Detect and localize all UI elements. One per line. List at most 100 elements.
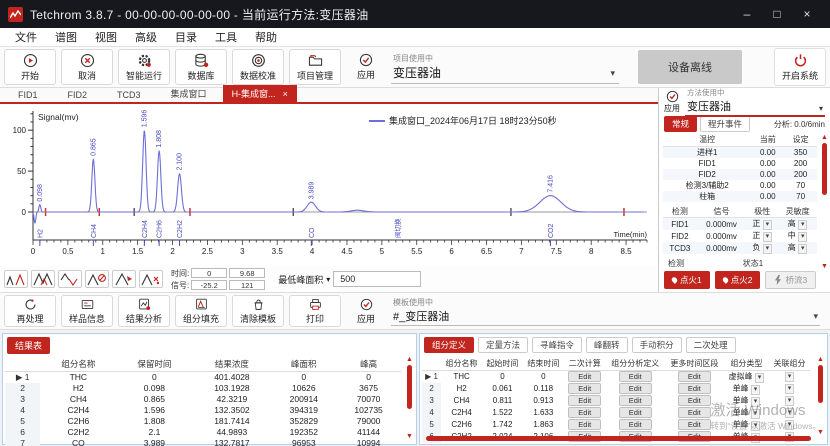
power-on-button[interactable]: 开启系统 (774, 48, 826, 86)
start-button[interactable]: 开始 (4, 49, 56, 85)
chromatogram-plot[interactable]: 050100Signal(mv)00.511.522.533.544.555.5… (1, 106, 656, 266)
table-row[interactable]: FID10.00200 (663, 158, 817, 169)
edit-button[interactable]: Edit (678, 395, 711, 406)
edit-button[interactable]: Edit (678, 383, 711, 394)
merge-peak-icon[interactable] (31, 270, 55, 288)
tab-general[interactable]: 常规 (664, 116, 697, 132)
edit-button[interactable]: Edit (619, 407, 652, 418)
results-tab[interactable]: 结果表 (7, 337, 50, 354)
table-row[interactable]: 4C2H41.5221.633EditEditEdit单峰 ▾▾ (422, 407, 810, 419)
chevron-down-icon[interactable]: ▾ (819, 104, 823, 113)
tab-h-integration-active[interactable]: H-集成窗... × (223, 85, 297, 102)
sample-info-button[interactable]: 样品信息 (61, 295, 113, 327)
component-fill-button[interactable]: 组分填充 (175, 295, 227, 327)
chevron-down-icon[interactable]: ▾ (751, 409, 761, 419)
method-apply-button[interactable]: 应用 (664, 90, 680, 114)
table-row[interactable]: 6C2H22.144.989319235241144 (5, 427, 401, 438)
clear-template-button[interactable]: 清除模板 (232, 295, 284, 327)
menu-help[interactable]: 帮助 (246, 29, 286, 45)
smart-run-button[interactable]: 智能运行 (118, 49, 170, 85)
chevron-down-icon[interactable]: ▾ (751, 397, 761, 407)
edit-button[interactable]: Edit (568, 383, 601, 394)
chevron-down-icon[interactable]: ▾ (755, 373, 765, 383)
chevron-down-icon[interactable]: ▾ (785, 372, 795, 382)
table-row[interactable]: FID20.000mv正 ▾中 ▾ (663, 230, 817, 242)
table-row[interactable]: 5C2H61.808181.741435282979000 (5, 416, 401, 427)
method-panel-scrollbar[interactable]: ▲ ▼ (821, 134, 828, 270)
project-select[interactable]: 项目使用中 变压器油 ▾ (391, 50, 619, 84)
edit-button[interactable]: Edit (619, 371, 652, 382)
menu-advanced[interactable]: 高级 (126, 29, 166, 45)
flip-peak-icon[interactable] (58, 270, 82, 288)
ignite2-button[interactable]: 点火2 (715, 271, 761, 289)
table-row[interactable]: 2H20.0610.118EditEditEdit单峰 ▾▾ (422, 383, 810, 395)
chevron-down-icon[interactable]: ▾ (785, 420, 795, 430)
time-to-input[interactable]: 9.68 (229, 268, 265, 278)
chevron-down-icon[interactable]: ▾ (763, 244, 773, 254)
chevron-down-icon[interactable]: ▾ (763, 220, 773, 230)
database-button[interactable]: 数据库 (175, 49, 227, 85)
edit-button[interactable]: Edit (619, 383, 652, 394)
chevron-down-icon[interactable]: ▾ (785, 396, 795, 406)
tab-close-icon[interactable]: × (283, 89, 288, 99)
tab-fid2[interactable]: FID2 (54, 88, 102, 102)
tab-quant-method[interactable]: 定量方法 (478, 337, 528, 353)
device-status-button[interactable]: 设备离线 (638, 50, 742, 84)
time-from-input[interactable]: 0 (191, 268, 227, 278)
chevron-down-icon[interactable]: ▾ (751, 385, 761, 395)
chevron-down-icon[interactable]: ▾ (798, 232, 808, 242)
cancel-button[interactable]: 取消 (61, 49, 113, 85)
table-row[interactable]: 3CH40.8110.913EditEditEdit单峰 ▾▾ (422, 395, 810, 407)
project-apply-button[interactable]: 应用 (346, 49, 386, 85)
delete-peak-icon[interactable] (85, 270, 109, 288)
maximize-button[interactable]: □ (762, 0, 792, 28)
chevron-down-icon[interactable]: ▾ (763, 232, 773, 242)
method-select[interactable]: 方法使用中 变压器油 ▾ (685, 88, 825, 117)
table-row[interactable]: 柱箱0.0070 (663, 191, 817, 202)
ignite1-button[interactable]: 点火1 (664, 271, 710, 289)
edit-button[interactable]: Edit (568, 419, 601, 430)
menu-directory[interactable]: 目录 (166, 29, 206, 45)
results-scrollbar[interactable]: ▲ ▼ (406, 356, 413, 440)
split-peak-icon[interactable] (4, 270, 28, 288)
tab-peak-find[interactable]: 寻峰指令 (532, 337, 582, 353)
bridge-current-button[interactable]: 桥流3 (765, 271, 816, 289)
minimize-button[interactable]: – (732, 0, 762, 28)
project-manage-button[interactable]: 项目管理 (289, 49, 341, 85)
chevron-down-icon[interactable]: ▾ (798, 220, 808, 230)
tab-integration-window[interactable]: 集成窗口 (157, 85, 221, 102)
table-row[interactable]: 4C2H41.596132.3502394319102735 (5, 405, 401, 416)
min-peak-area-caret-icon[interactable]: ▾ (326, 275, 330, 284)
tab-secondary-process[interactable]: 二次处理 (686, 337, 736, 353)
edit-button[interactable]: Edit (619, 419, 652, 430)
chevron-down-icon[interactable]: ▾ (610, 68, 615, 79)
menu-spectrum[interactable]: 谱图 (46, 29, 86, 45)
edit-button[interactable]: Edit (678, 371, 711, 382)
table-row[interactable]: FID20.00200 (663, 169, 817, 180)
chevron-down-icon[interactable]: ▾ (798, 244, 808, 254)
table-row[interactable]: 2H20.098103.1928106263675 (5, 383, 401, 394)
mark-peak-icon[interactable] (139, 270, 163, 288)
calibration-button[interactable]: 数据校准 (232, 49, 284, 85)
chevron-down-icon[interactable]: ▾ (785, 408, 795, 418)
tab-component-define[interactable]: 组分定义 (424, 337, 474, 353)
table-row[interactable]: 5C2H61.7421.863EditEditEdit单峰 ▾▾ (422, 419, 810, 431)
table-row[interactable]: FID10.000mv正 ▾高 ▾ (663, 218, 817, 231)
component-scrollbar-v[interactable]: ▲ ▼ (817, 356, 824, 436)
chevron-down-icon[interactable]: ▾ (751, 421, 761, 431)
chevron-down-icon[interactable]: ▾ (813, 311, 818, 322)
signal-to-input[interactable]: 121 (229, 280, 265, 290)
add-peak-icon[interactable] (112, 270, 136, 288)
chevron-down-icon[interactable]: ▾ (785, 384, 795, 394)
table-row[interactable]: ▶ 1THC0401.402800 (5, 371, 401, 383)
result-analysis-button[interactable]: 结果分析 (118, 295, 170, 327)
edit-button[interactable]: Edit (678, 419, 711, 430)
tab-manual-integration[interactable]: 手动积分 (632, 337, 682, 353)
menu-view[interactable]: 视图 (86, 29, 126, 45)
template-apply-button[interactable]: 应用 (346, 295, 386, 327)
min-peak-area-input[interactable]: 500 (333, 271, 421, 287)
tab-peak-flip[interactable]: 峰翻转 (586, 337, 628, 353)
table-row[interactable]: 7CO3.989132.78179695310994 (5, 438, 401, 446)
close-button[interactable]: × (792, 0, 822, 28)
template-select[interactable]: 模板使用中 #_变压器油 ▾ (391, 296, 820, 326)
